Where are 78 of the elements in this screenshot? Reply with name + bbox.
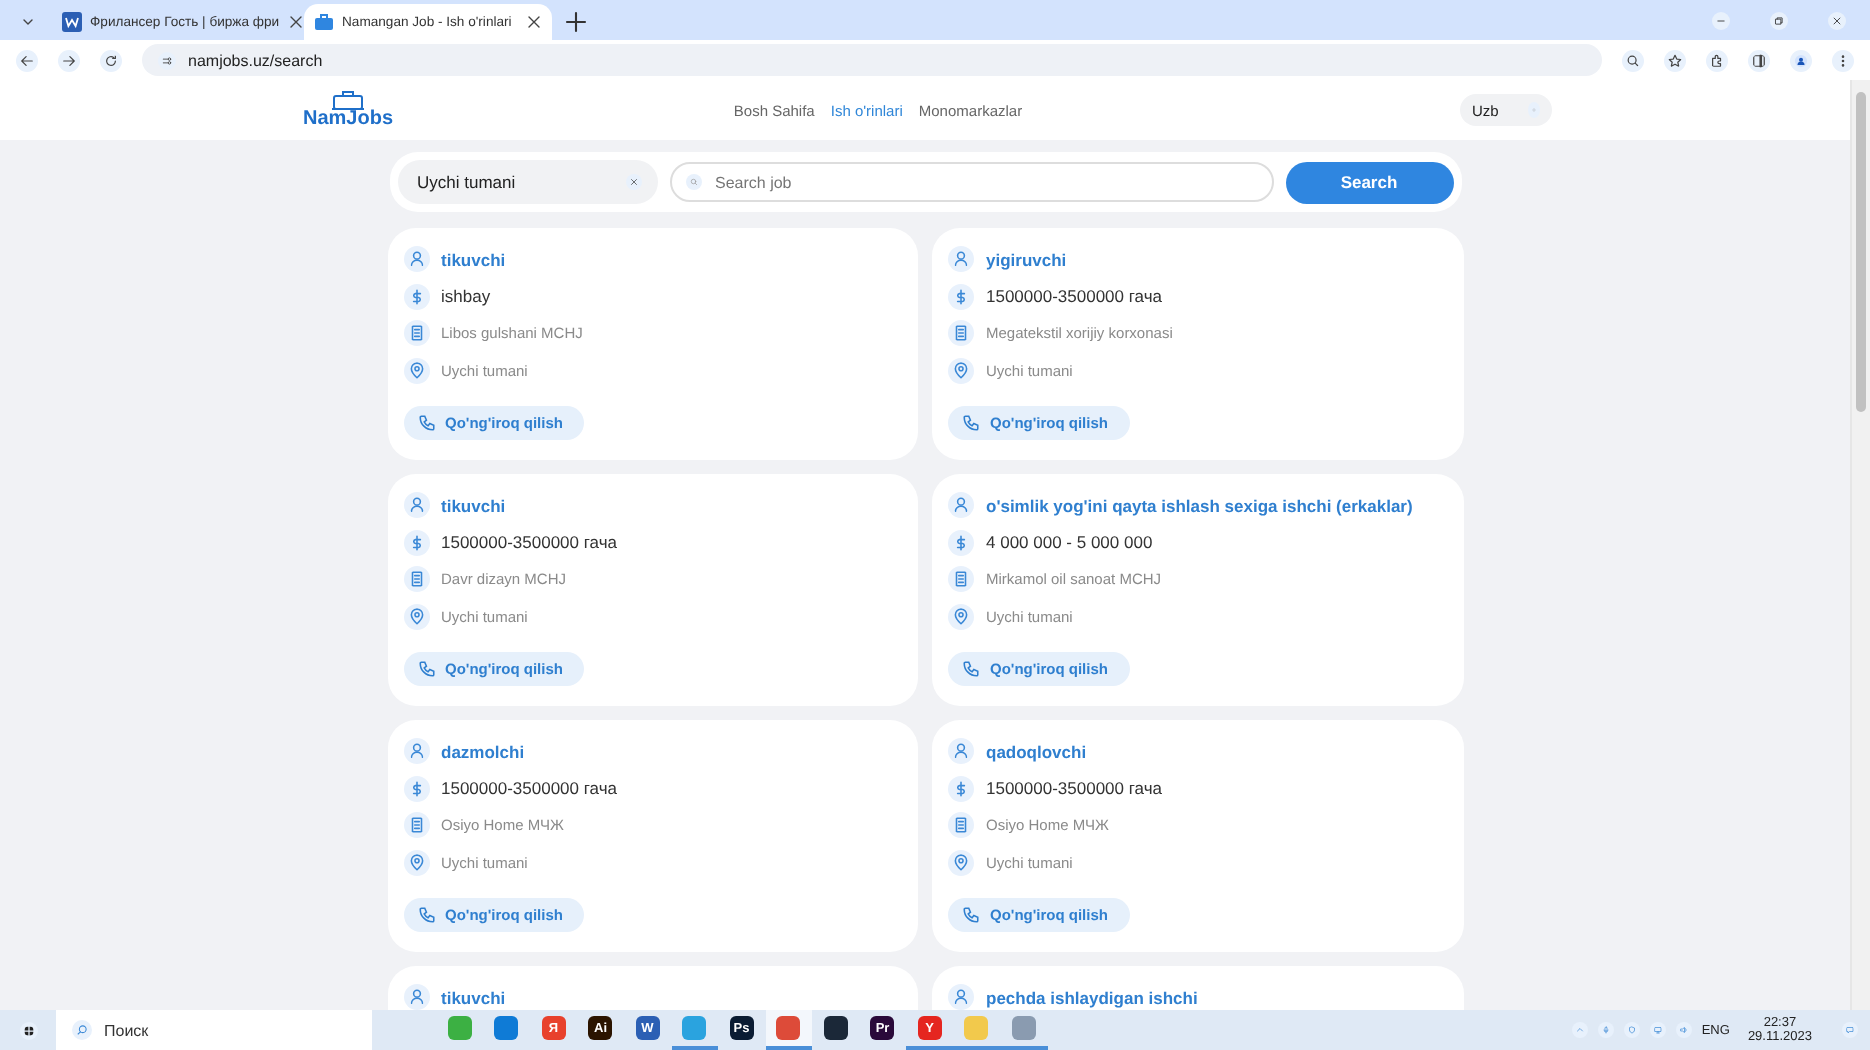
dollar-icon <box>403 283 429 310</box>
dollar-icon <box>403 529 429 556</box>
search-icon <box>72 1020 92 1040</box>
building-icon <box>948 320 974 347</box>
star-icon <box>1664 49 1686 71</box>
reload-icon <box>100 49 122 71</box>
person-icon <box>403 246 429 273</box>
building-icon <box>948 566 974 593</box>
job-title[interactable]: pechda ishlaydigan ishchi <box>986 987 1198 1008</box>
job-title[interactable]: qadoqlovchi <box>986 741 1087 762</box>
taskbar-search-field[interactable]: Поиск <box>56 1010 372 1050</box>
restore-icon <box>1770 12 1788 30</box>
salary: 1500000-3500000 гача <box>986 286 1162 307</box>
salary: 4 000 000 - 5 000 000 <box>986 532 1153 553</box>
forward-icon <box>58 49 80 71</box>
search-icon <box>1622 49 1644 71</box>
profile-icon <box>1790 49 1812 71</box>
minimize-icon <box>1712 12 1730 30</box>
dollar-icon <box>948 775 974 802</box>
network-icon <box>1649 1022 1666 1038</box>
building-icon <box>948 812 974 839</box>
location-pin-icon <box>948 603 974 630</box>
side-panel-icon <box>1748 49 1770 71</box>
extensions-icon <box>1706 49 1728 71</box>
dollar-icon <box>948 529 974 556</box>
phone-icon <box>962 414 980 432</box>
job-title[interactable]: tikuvchi <box>441 249 506 270</box>
phone-icon <box>962 660 980 678</box>
close-icon <box>526 14 542 30</box>
chevron-up-icon <box>1571 1022 1588 1038</box>
more-icon <box>1832 49 1854 71</box>
person-icon <box>403 492 429 519</box>
phone-icon <box>417 660 435 678</box>
person-icon <box>948 738 974 765</box>
dollar-icon <box>948 283 974 310</box>
job-title[interactable]: tikuvchi <box>441 987 506 1008</box>
plus-icon <box>564 10 588 34</box>
phone-icon <box>417 906 435 924</box>
location-pin-icon <box>948 849 974 876</box>
logo[interactable]: NamJobs <box>300 90 396 130</box>
salary: 1500000-3500000 гача <box>441 532 617 553</box>
search-field[interactable]: Search job <box>669 162 1273 202</box>
phone-icon <box>417 414 435 432</box>
shield-icon <box>1623 1022 1640 1038</box>
location-pin-icon <box>403 849 429 876</box>
building-icon <box>403 566 429 593</box>
site-info-icon <box>158 51 176 69</box>
notifications-icon <box>1842 1022 1858 1038</box>
person-icon <box>403 738 429 765</box>
close-icon <box>1828 12 1846 30</box>
building-icon <box>403 320 429 347</box>
dollar-icon <box>403 775 429 802</box>
job-title[interactable]: dazmolchi <box>441 741 525 762</box>
salary: ishbay <box>441 286 491 307</box>
location-pin-icon <box>403 603 429 630</box>
salary: 1500000-3500000 гача <box>986 778 1162 799</box>
job-title[interactable]: o'simlik yog'ini qayta ishlash sexiga ishchi (erkaklar) <box>986 495 1413 516</box>
close-icon <box>287 14 304 30</box>
person-icon <box>948 246 974 273</box>
clear-icon <box>625 174 641 190</box>
briefcase-icon <box>314 12 334 32</box>
phone-icon <box>962 906 980 924</box>
document-icon <box>62 12 82 32</box>
building-icon <box>403 812 429 839</box>
job-title[interactable]: yigiruvchi <box>986 249 1067 270</box>
windows-start-icon <box>19 1021 37 1039</box>
search-button[interactable]: Search <box>1285 161 1453 203</box>
microphone-icon <box>1597 1022 1614 1038</box>
job-title[interactable]: tikuvchi <box>441 495 506 516</box>
salary: 1500000-3500000 гача <box>441 778 617 799</box>
region-field[interactable]: Uychi tumani <box>397 160 657 204</box>
address-bar[interactable]: namjobs.uz/search <box>142 44 1602 76</box>
location-pin-icon <box>403 357 429 384</box>
back-icon <box>16 49 38 71</box>
location-pin-icon <box>948 357 974 384</box>
chevron-down-icon <box>20 14 36 30</box>
person-icon <box>948 492 974 519</box>
speaker-icon <box>1675 1022 1692 1038</box>
